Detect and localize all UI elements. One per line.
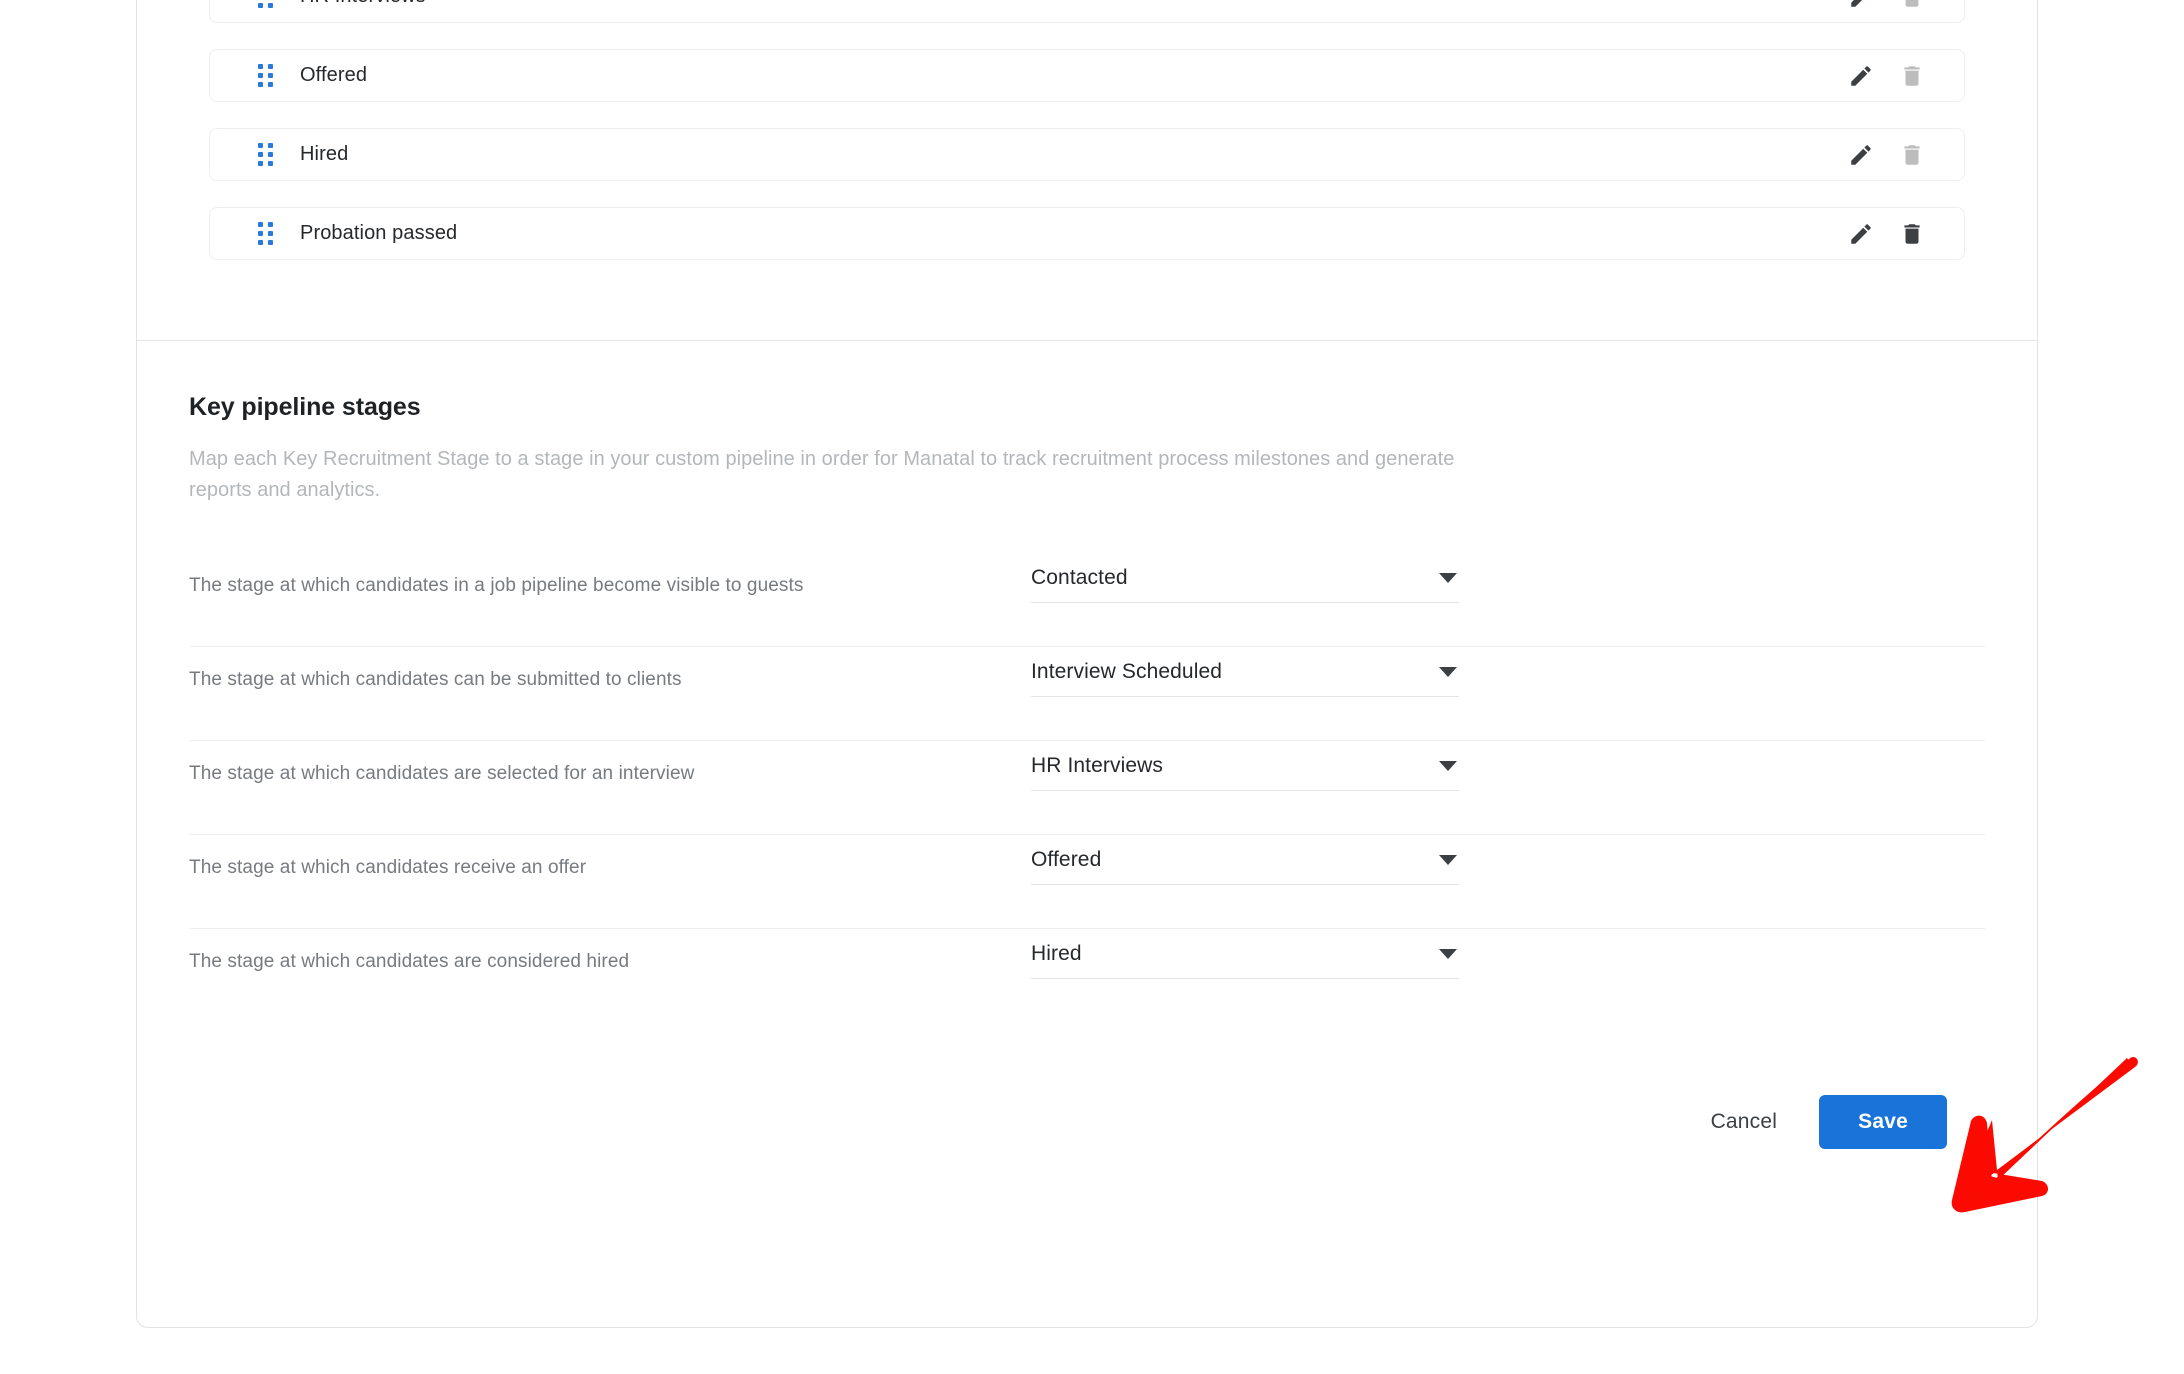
stage-select-submitted-to-clients[interactable]: Interview Scheduled (1031, 647, 1459, 697)
trash-icon[interactable] (1898, 220, 1926, 248)
chevron-down-icon[interactable] (1439, 760, 1457, 771)
select-value: Contacted (1031, 565, 1128, 589)
stage-name: HR Interviews (300, 0, 426, 8)
mapping-label: The stage at which candidates receive an… (189, 857, 587, 878)
cancel-button[interactable]: Cancel (1689, 1096, 1800, 1148)
pencil-icon[interactable] (1847, 220, 1875, 248)
trash-icon[interactable] (1898, 0, 1926, 11)
select-value: HR Interviews (1031, 753, 1163, 777)
chevron-down-icon[interactable] (1439, 948, 1457, 959)
drag-handle-icon[interactable] (258, 142, 274, 167)
settings-page: HR Interviews Offered (0, 0, 2184, 1374)
mapping-label: The stage at which candidates can be sub… (189, 669, 682, 690)
row-actions (1847, 62, 1964, 90)
section-description: Map each Key Recruitment Stage to a stag… (189, 448, 1455, 501)
mapping-label: The stage at which candidates are select… (189, 763, 695, 784)
drag-handle-icon[interactable] (258, 0, 274, 9)
select-field[interactable]: Offered (1031, 835, 1459, 885)
stage-select-receive-offer[interactable]: Offered (1031, 835, 1459, 885)
drag-handle-icon[interactable] (258, 63, 274, 88)
select-field[interactable]: HR Interviews (1031, 741, 1459, 791)
list-item: The stage at which candidates are select… (189, 741, 1985, 835)
pipeline-stage-list: HR Interviews Offered (137, 0, 2037, 286)
select-value: Hired (1031, 941, 1082, 965)
save-button[interactable]: Save (1819, 1095, 1947, 1149)
stage-select-visible-to-guests[interactable]: Contacted (1031, 553, 1459, 603)
list-item: The stage at which candidates in a job p… (189, 553, 1985, 647)
row-actions (1847, 0, 1964, 11)
table-row[interactable]: Probation passed (209, 207, 1965, 260)
select-field[interactable]: Hired (1031, 929, 1459, 979)
chevron-down-icon[interactable] (1439, 854, 1457, 865)
row-actions (1847, 141, 1964, 169)
drag-handle-icon[interactable] (258, 221, 274, 246)
select-value: Interview Scheduled (1031, 659, 1223, 683)
stage-name: Hired (300, 143, 349, 165)
list-item: The stage at which candidates are consid… (189, 929, 1985, 1023)
stage-name: Offered (300, 64, 368, 86)
chevron-down-icon[interactable] (1439, 666, 1457, 677)
select-value: Offered (1031, 847, 1102, 871)
select-field[interactable]: Interview Scheduled (1031, 647, 1459, 697)
trash-icon[interactable] (1898, 141, 1926, 169)
list-item: The stage at which candidates can be sub… (189, 647, 1985, 741)
chevron-down-icon[interactable] (1439, 572, 1457, 583)
trash-icon[interactable] (1898, 62, 1926, 90)
pencil-icon[interactable] (1847, 62, 1875, 90)
pencil-icon[interactable] (1847, 141, 1875, 169)
key-pipeline-stages-section: Key pipeline stages Map each Key Recruit… (137, 341, 2037, 1023)
stage-name: Probation passed (300, 222, 458, 244)
list-item: The stage at which candidates receive an… (189, 835, 1985, 929)
stage-select-selected-for-interview[interactable]: HR Interviews (1031, 741, 1459, 791)
table-row[interactable]: Hired (209, 128, 1965, 181)
pencil-icon[interactable] (1847, 0, 1875, 11)
table-row[interactable]: HR Interviews (209, 0, 1965, 23)
stage-mapping-list: The stage at which candidates in a job p… (189, 553, 1985, 1023)
select-field[interactable]: Contacted (1031, 553, 1459, 603)
page-title: Key pipeline stages (189, 393, 421, 421)
mapping-label: The stage at which candidates are consid… (189, 951, 630, 972)
row-actions (1847, 220, 1964, 248)
form-actions: Cancel Save (137, 1095, 2037, 1149)
table-row[interactable]: Offered (209, 49, 1965, 102)
mapping-label: The stage at which candidates in a job p… (189, 575, 804, 596)
stage-select-considered-hired[interactable]: Hired (1031, 929, 1459, 979)
pipeline-settings-card: HR Interviews Offered (136, 0, 2038, 1328)
